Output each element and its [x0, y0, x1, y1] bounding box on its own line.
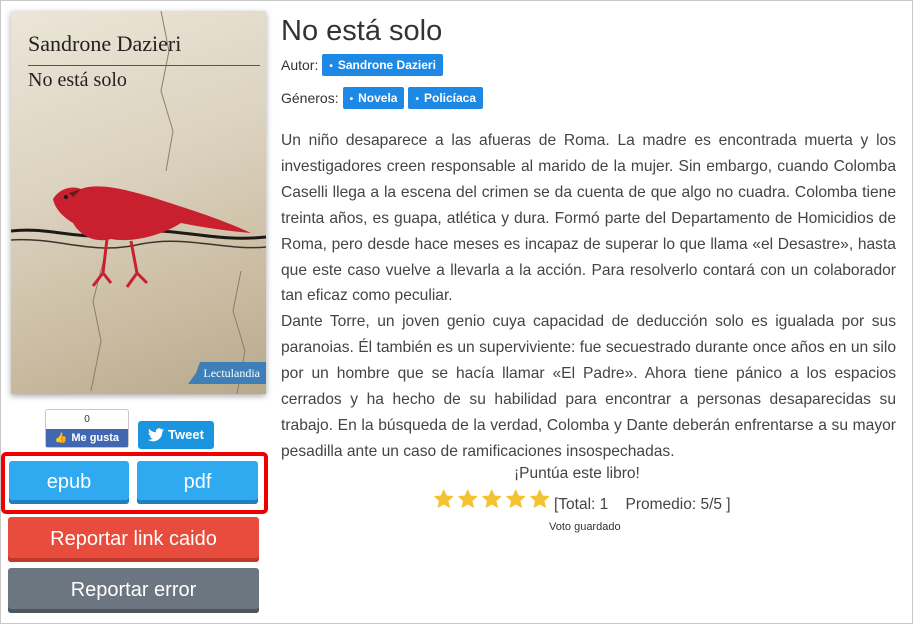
cover-author: Sandrone Dazieri: [28, 31, 182, 56]
rating-summary: [Total: 1 Promedio: 5/5 ]: [554, 496, 731, 513]
cover-divider: [28, 65, 260, 66]
facebook-like-button[interactable]: 👍 Me gusta: [46, 429, 128, 447]
like-count: 0: [84, 414, 90, 425]
star-rating[interactable]: [432, 488, 552, 514]
book-synopsis: Un niño desaparece a las afueras de Roma…: [281, 128, 896, 465]
facebook-like-widget[interactable]: 0 👍 Me gusta: [45, 409, 129, 448]
star-icon[interactable]: [504, 488, 528, 510]
synopsis-paragraph: Un niño desaparece a las afueras de Roma…: [281, 132, 896, 305]
like-label: Me gusta: [71, 432, 120, 444]
star-icon[interactable]: [480, 488, 504, 510]
star-icon[interactable]: [432, 488, 456, 510]
star-icon[interactable]: [456, 488, 480, 510]
genre-tag-policiaca[interactable]: Policíaca: [408, 87, 484, 109]
tweet-label: Tweet: [168, 427, 204, 442]
report-broken-link-button[interactable]: Reportar link caido: [8, 517, 259, 562]
star-icon[interactable]: [528, 488, 552, 510]
book-cover: Sandrone Dazieri No está solo Lectulandi…: [11, 11, 266, 394]
author-row: Autor: Sandrone Dazieri: [281, 54, 443, 76]
tweet-button[interactable]: Tweet: [138, 421, 214, 449]
synopsis-paragraph: Dante Torre, un joven genio cuya capacid…: [281, 313, 896, 460]
rating-prompt: ¡Puntúa este libro!: [514, 465, 640, 482]
author-tag[interactable]: Sandrone Dazieri: [322, 54, 443, 76]
cover-title: No está solo: [28, 69, 127, 91]
download-pdf-button[interactable]: pdf: [137, 461, 258, 504]
download-epub-button[interactable]: epub: [9, 461, 129, 504]
page-title: No está solo: [281, 15, 443, 47]
genre-tag-novela[interactable]: Novela: [342, 87, 405, 109]
publisher-badge: Lectulandia: [188, 362, 266, 384]
report-error-button[interactable]: Reportar error: [8, 568, 259, 613]
vote-saved-message: Voto guardado: [549, 521, 621, 533]
twitter-bird-icon: [148, 428, 165, 442]
genres-row: Géneros: Novela Policíaca: [281, 87, 484, 109]
thumbs-up-icon: 👍: [54, 433, 68, 444]
author-label: Autor:: [281, 57, 319, 73]
genres-label: Géneros:: [281, 90, 339, 106]
